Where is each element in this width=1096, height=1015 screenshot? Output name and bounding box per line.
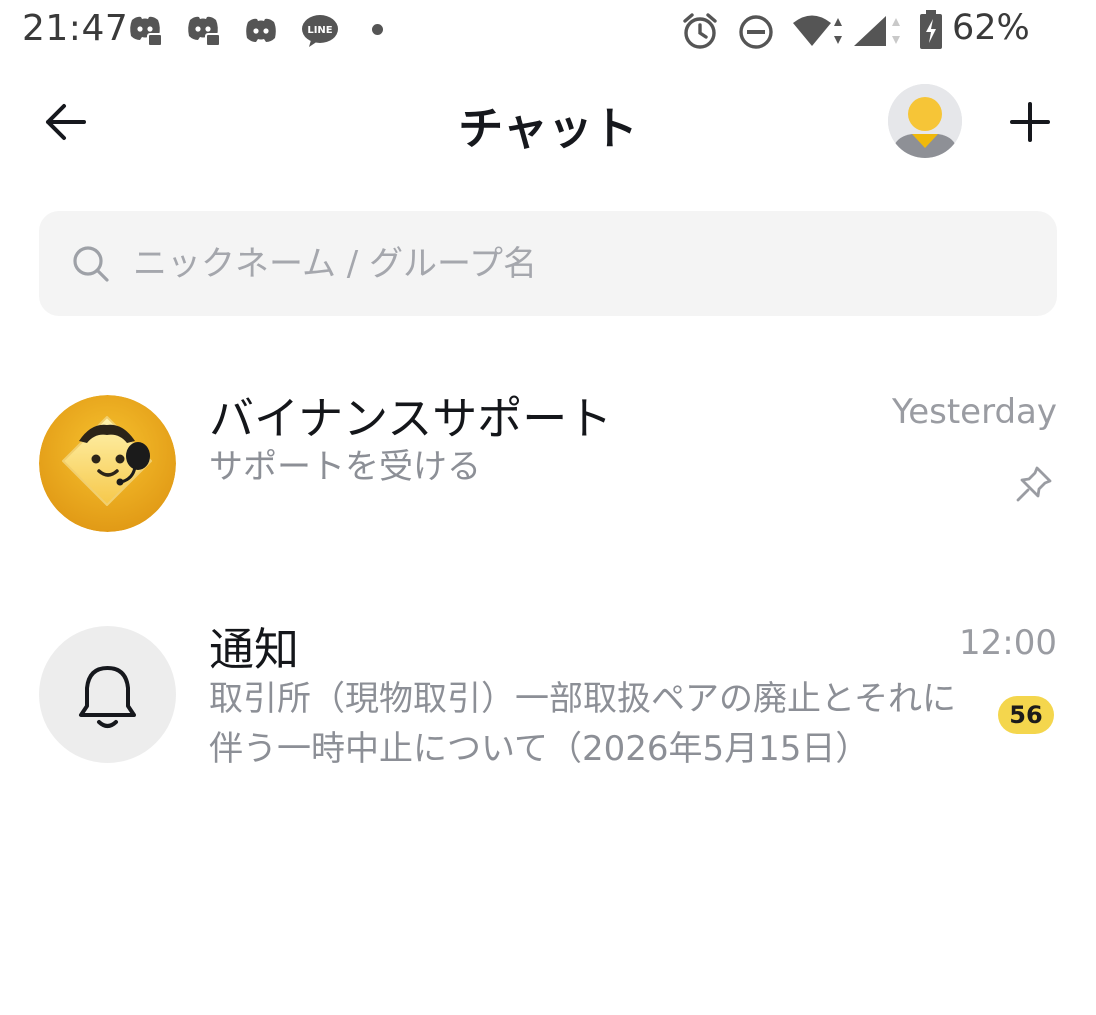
line-icon-label: LINE <box>307 25 332 36</box>
more-notifications-dot <box>372 24 383 35</box>
bell-icon <box>79 666 136 728</box>
discord-icon <box>244 14 278 46</box>
status-bar: 21:47 LINE 62% <box>0 0 1096 62</box>
chat-time: 12:00 <box>959 623 1057 663</box>
cell-signal-icon <box>852 14 906 52</box>
plus-icon <box>1010 102 1050 142</box>
search-icon <box>73 246 109 282</box>
line-icon: LINE <box>301 14 339 47</box>
chat-preview: 取引所（現物取引）一部取扱ペアの廃止とそれに伴う一時中止について（2026年5月… <box>209 679 956 769</box>
status-time: 21:47 <box>22 8 129 49</box>
unread-badge: 56 <box>998 696 1054 734</box>
dnd-icon <box>738 14 774 54</box>
add-chat-button[interactable] <box>1004 96 1056 148</box>
notifications-avatar <box>39 626 176 763</box>
discord-icon <box>128 14 163 47</box>
chat-preview: サポートを受ける <box>209 447 481 487</box>
search-box[interactable] <box>39 211 1057 316</box>
wifi-icon <box>792 14 848 52</box>
battery-icon <box>918 10 944 54</box>
profile-avatar[interactable] <box>888 84 962 158</box>
user-avatar-icon <box>888 84 962 158</box>
pin-icon[interactable] <box>1014 464 1054 504</box>
support-avatar <box>39 395 176 532</box>
chat-time: Yesterday <box>891 392 1057 432</box>
search-input[interactable] <box>133 237 1013 291</box>
discord-icon <box>186 14 221 47</box>
chat-name: バイナンスサポート <box>209 392 613 445</box>
header: チャット <box>0 70 1096 174</box>
chat-item-support[interactable]: バイナンスサポート Yesterday サポートを受ける <box>0 380 1096 550</box>
chat-name: 通知 <box>209 623 300 676</box>
support-mascot-icon <box>39 395 176 532</box>
alarm-icon <box>682 12 718 54</box>
chat-item-notifications[interactable]: 通知 12:00 取引所（現物取引）一部取扱ペアの廃止とそれに伴う一時中止につい… <box>0 611 1096 781</box>
battery-percentage: 62% <box>952 8 1030 48</box>
